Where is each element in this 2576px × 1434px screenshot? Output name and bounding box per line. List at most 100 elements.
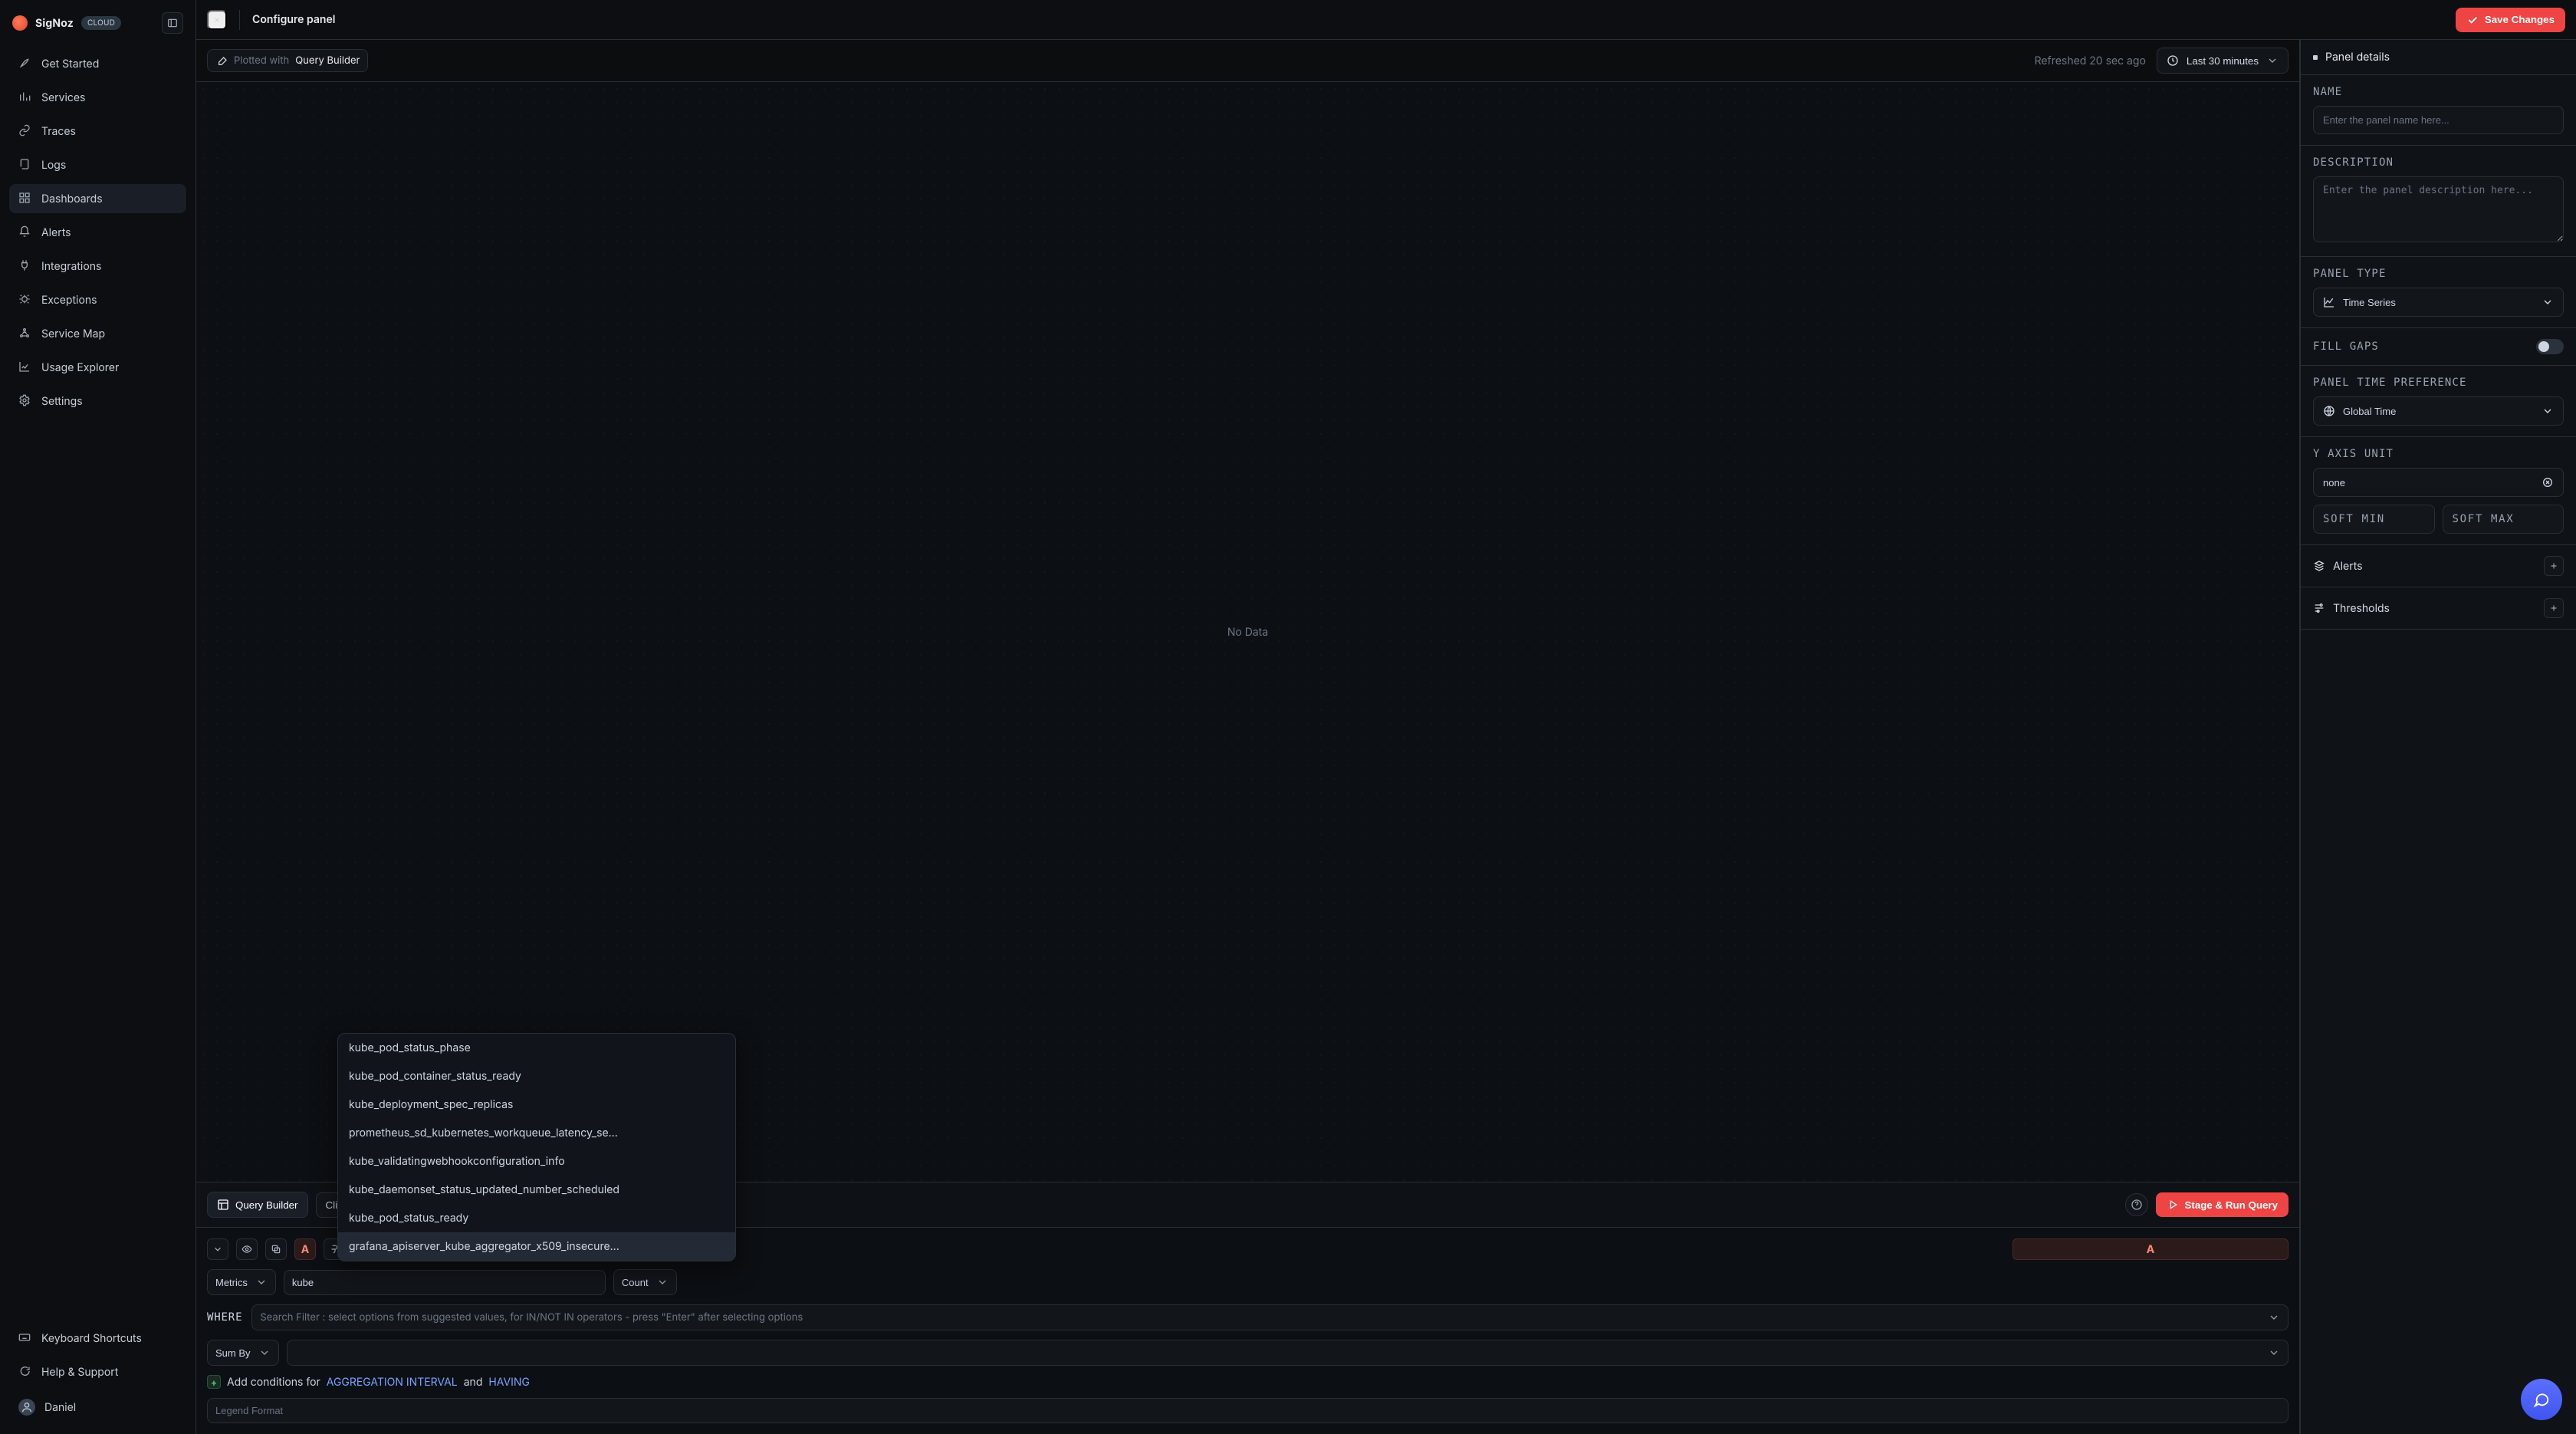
section-name: NAME	[2301, 75, 2576, 146]
sidebar-item-profile[interactable]: Daniel	[9, 1391, 186, 1423]
tab-query-builder[interactable]: Query Builder	[207, 1192, 308, 1218]
duplicate-query-button[interactable]	[265, 1238, 287, 1260]
sidebar-item-alerts[interactable]: Alerts	[9, 218, 186, 247]
datasource-value: Metrics	[215, 1277, 248, 1288]
sidebar-item-help[interactable]: Help & Support	[9, 1357, 186, 1386]
time-range-dropdown[interactable]: Last 30 minutes	[2157, 48, 2288, 74]
sidebar-item-label: Usage Explorer	[41, 361, 119, 374]
sidebar-item-label: Help & Support	[41, 1366, 118, 1379]
soft-max[interactable]: SOFT MAX	[2443, 505, 2564, 534]
autocomplete-option[interactable]: kube_pod_container_status_ready	[338, 1062, 735, 1090]
chevron-down-icon	[2268, 1311, 2280, 1324]
agg-prefix: Add conditions for	[227, 1376, 320, 1389]
run-query-button[interactable]: Stage & Run Query	[2156, 1192, 2288, 1217]
tab-label: Query Builder	[235, 1199, 298, 1211]
sidebar-item-label: Service Map	[41, 327, 105, 340]
sidebar-item-label: Integrations	[41, 260, 101, 273]
add-condition-icon: +	[207, 1375, 221, 1389]
collapse-query-button[interactable]	[207, 1238, 228, 1260]
sidebar-item-integrations[interactable]: Integrations	[9, 252, 186, 281]
nav: Get Started Services Traces	[9, 49, 186, 416]
sidebar-item-shortcuts[interactable]: Keyboard Shortcuts	[9, 1324, 186, 1353]
sidebar-item-label: Dashboards	[41, 192, 103, 206]
soft-min[interactable]: SOFT MIN	[2313, 505, 2435, 534]
sidebar-item-get-started[interactable]: Get Started	[9, 49, 186, 78]
chevron-down-icon	[2268, 1347, 2280, 1359]
datasource-select[interactable]: Metrics	[207, 1269, 276, 1295]
thresholds-title: Thresholds	[2333, 602, 2390, 615]
sidebar-item-service-map[interactable]: Service Map	[9, 319, 186, 348]
help-button[interactable]	[2125, 1193, 2148, 1216]
chevron-down-icon	[2542, 405, 2554, 417]
sidebar-item-label: Daniel	[44, 1401, 76, 1414]
groupby-row: Sum By	[207, 1340, 2288, 1366]
add-threshold-button[interactable]	[2544, 598, 2564, 618]
chevron-down-icon	[212, 1243, 223, 1255]
autocomplete-option[interactable]: kube_deployment_spec_replicas	[338, 1090, 735, 1119]
autocomplete-option-label: kube_validatingwebhookconfiguration_info	[349, 1155, 565, 1168]
metric-input[interactable]	[284, 1270, 606, 1295]
save-button[interactable]: Save Changes	[2456, 8, 2565, 32]
y-axis-unit-select[interactable]: none	[2313, 468, 2564, 497]
autocomplete-option[interactable]: kube_pod_status_phase	[338, 1034, 735, 1062]
layout-icon	[217, 1199, 229, 1211]
legend-format-input[interactable]	[207, 1398, 2288, 1423]
refreshed-text: Refreshed 20 sec ago	[2035, 54, 2146, 67]
section-y-axis-unit: Y AXIS UNIT none SOFT MIN SOFT MAX	[2301, 437, 2576, 545]
panel-description-input[interactable]	[2313, 176, 2564, 242]
section-fill-gaps: FILL GAPS	[2301, 328, 2576, 366]
section-alerts-header: Alerts	[2301, 545, 2576, 587]
toggle-visibility-button[interactable]	[236, 1238, 258, 1260]
panel-left-icon	[167, 17, 178, 29]
sidebar-item-logs[interactable]: Logs	[9, 150, 186, 179]
brand-logo	[12, 15, 28, 31]
sliders-icon	[2313, 602, 2325, 614]
rocket-icon	[18, 57, 32, 71]
plotted-emphasis: Query Builder	[295, 54, 360, 67]
sidebar-item-exceptions[interactable]: Exceptions	[9, 285, 186, 314]
sidebar-item-usage-explorer[interactable]: Usage Explorer	[9, 353, 186, 382]
check-icon	[2466, 14, 2479, 26]
question-icon	[2131, 1199, 2143, 1211]
groupby-select[interactable]: Sum By	[207, 1340, 279, 1366]
chevron-down-icon	[258, 1347, 271, 1359]
autocomplete-option[interactable]: kube_validatingwebhookconfiguration_info	[338, 1147, 735, 1176]
sidebar-item-services[interactable]: Services	[9, 83, 186, 112]
panel-name-input[interactable]	[2313, 106, 2564, 134]
plotted-pill: Plotted with Query Builder	[207, 49, 368, 72]
save-button-label: Save Changes	[2485, 14, 2555, 25]
brand-badge: CLOUD	[81, 16, 121, 30]
run-query-label: Stage & Run Query	[2185, 1199, 2278, 1211]
user-icon	[18, 1399, 35, 1416]
bars-icon	[18, 90, 32, 104]
sidebar-collapse-button[interactable]	[162, 12, 183, 34]
link-icon	[18, 124, 32, 138]
fill-gaps-toggle[interactable]	[2536, 339, 2564, 354]
clear-icon	[2542, 476, 2554, 488]
aggregation-conditions[interactable]: + Add conditions for AGGREGATION INTERVA…	[207, 1375, 2288, 1389]
autocomplete-option-label: kube_deployment_spec_replicas	[349, 1098, 513, 1111]
groupby-values[interactable]	[287, 1340, 2288, 1366]
panel-type-value: Time Series	[2343, 297, 2396, 308]
sidebar-item-dashboards[interactable]: Dashboards	[9, 184, 186, 213]
where-placeholder: Search Filter : select options from sugg…	[260, 1311, 803, 1324]
time-pref-select[interactable]: Global Time	[2313, 396, 2564, 426]
brand-name: SigNoz	[35, 17, 74, 30]
alerts-collapsible[interactable]: Alerts	[2313, 560, 2363, 573]
autocomplete-option[interactable]: kube_daemonset_status_updated_number_sch…	[338, 1176, 735, 1204]
close-button[interactable]	[207, 10, 227, 30]
add-alert-button[interactable]	[2544, 556, 2564, 576]
where-filter-input[interactable]: Search Filter : select options from sugg…	[251, 1304, 2288, 1330]
section-thresholds-header: Thresholds	[2301, 587, 2576, 630]
autocomplete-option[interactable]: prometheus_sd_kubernetes_workqueue_laten…	[338, 1119, 735, 1147]
panel-type-select[interactable]: Time Series	[2313, 288, 2564, 317]
sidebar-item-settings[interactable]: Settings	[9, 386, 186, 416]
aggregation-value: Count	[622, 1277, 649, 1288]
sidebar-item-traces[interactable]: Traces	[9, 117, 186, 146]
thresholds-collapsible[interactable]: Thresholds	[2313, 602, 2390, 615]
support-fab[interactable]	[2521, 1379, 2562, 1420]
autocomplete-option[interactable]: kube_pod_status_ready	[338, 1204, 735, 1232]
aggregation-select[interactable]: Count	[613, 1269, 677, 1295]
sidebar-item-label: Exceptions	[41, 294, 97, 307]
autocomplete-option[interactable]: grafana_apiserver_kube_aggregator_x509_i…	[338, 1232, 735, 1261]
